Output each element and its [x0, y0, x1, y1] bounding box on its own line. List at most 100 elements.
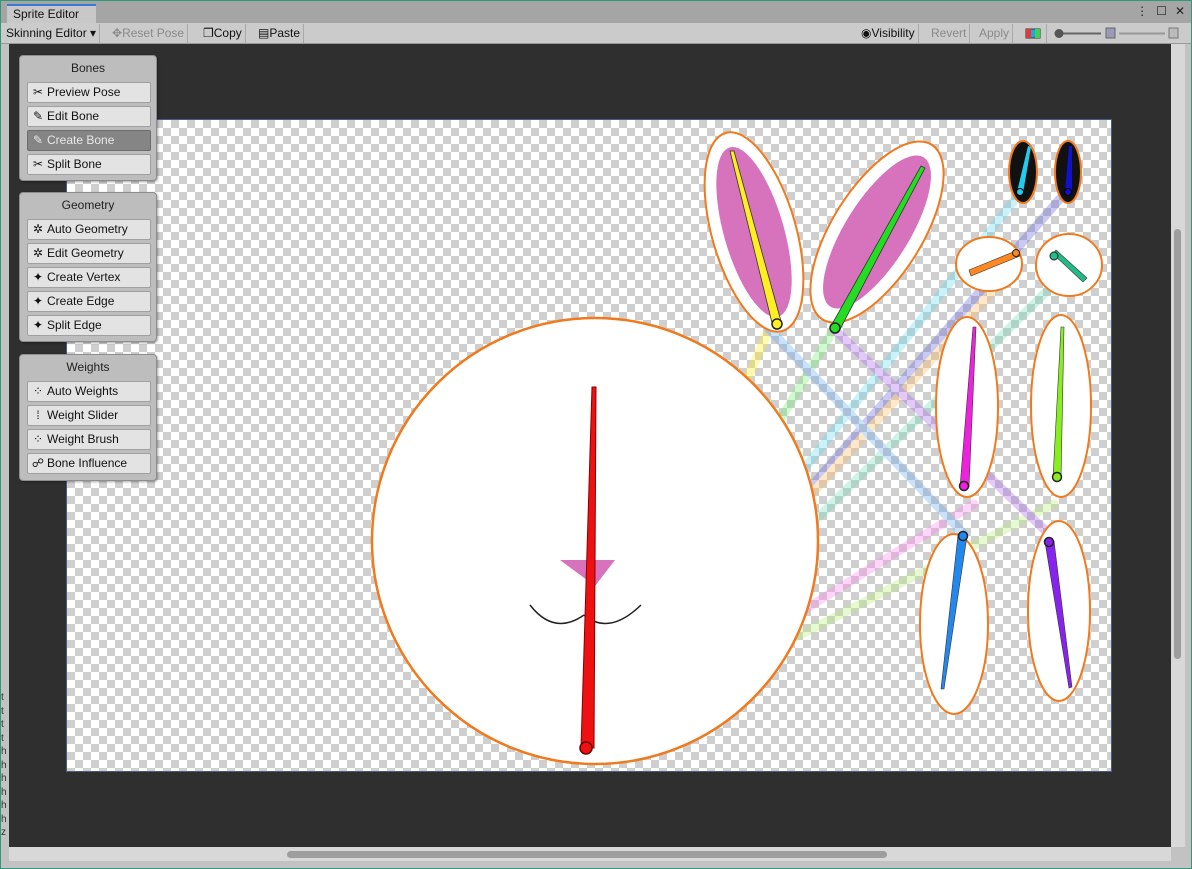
visibility-button[interactable]: ◉Visibility [858, 24, 919, 43]
arm-left-joint [958, 480, 970, 492]
copy-label: Copy [213, 26, 242, 40]
weight-brush-label: Weight Brush [47, 432, 119, 446]
create-vertex-button[interactable]: ✦ Create Vertex [27, 267, 151, 288]
toolbar: Skinning Editor ▾ ✥Reset Pose ❐Copy ▤Pas… [1, 23, 1191, 44]
bones-panel: Bones ✂ Preview Pose ✎ Edit Bone ✎ Create B… [19, 55, 157, 181]
eye-right-joint [1064, 188, 1072, 196]
eye-right-part[interactable] [1054, 140, 1082, 204]
left-strip-line: h [1, 773, 7, 784]
create-bone-icon: ✎ [32, 133, 44, 147]
cheek-left-part[interactable] [955, 236, 1023, 292]
reset-pose-label: Reset Pose [122, 26, 185, 40]
edit-geometry-label: Edit Geometry [47, 246, 124, 260]
opacity-slider[interactable] [1049, 24, 1189, 43]
close-icon[interactable]: ✕ [1175, 4, 1185, 18]
paste-icon: ▤ [258, 26, 270, 40]
create-edge-icon: ✦ [32, 294, 44, 308]
create-vertex-label: Create Vertex [47, 270, 121, 284]
auto-weights-label: Auto Weights [47, 384, 119, 398]
revert-button[interactable]: Revert [928, 24, 971, 43]
edit-bone-label: Edit Bone [47, 109, 100, 123]
weight-brush-icon: ⁘ [32, 432, 44, 446]
weight-brush-button[interactable]: ⁘ Weight Brush [27, 429, 151, 450]
left-strip-line: z [1, 827, 6, 838]
arm-left-part[interactable] [935, 316, 999, 498]
sprite-editor-window: Sprite Editor ⋮ ☐ ✕ Skinning Editor ▾ ✥R… [0, 0, 1192, 869]
ear-right-part[interactable] [784, 121, 969, 343]
edit-geometry-icon: ✲ [32, 246, 44, 260]
create-edge-button[interactable]: ✦ Create Edge [27, 291, 151, 312]
left-strip-line: h [1, 786, 7, 798]
left-strip-line: t [1, 732, 4, 744]
geometry-panel: Geometry ✲ Auto Geometry ✲ Edit Geometry ✦… [19, 192, 157, 342]
bones-panel-title: Bones [70, 61, 106, 75]
paste-label: Paste [269, 26, 301, 40]
checker-icon [1105, 27, 1116, 39]
left-strip-line: h [1, 800, 7, 811]
eye-left-joint [1016, 188, 1024, 196]
eye-left-part[interactable] [1008, 140, 1038, 204]
preview-pose-label: Preview Pose [47, 85, 121, 99]
create-edge-label: Create Edge [47, 294, 115, 308]
create-bone-button[interactable]: ✎ Create Bone [27, 130, 151, 151]
cheek-right-part[interactable] [1035, 233, 1103, 297]
auto-weights-button[interactable]: ⁘ Auto Weights [27, 381, 151, 402]
auto-geometry-label: Auto Geometry [47, 222, 128, 236]
skinning-editor-dropdown[interactable]: Skinning Editor ▾ [3, 24, 101, 43]
eye-icon: ◉ [861, 26, 872, 40]
left-strip-line: t [1, 705, 4, 717]
leg-left-joint [957, 530, 969, 542]
vertical-scrollbar-thumb[interactable] [1174, 229, 1181, 659]
ear-right-joint [829, 322, 841, 334]
visibility-label: Visibility [871, 26, 915, 40]
apply-button[interactable]: Apply [976, 24, 1014, 43]
weight-slider-label: Weight Slider [47, 408, 119, 422]
auto-geometry-button[interactable]: ✲ Auto Geometry [27, 219, 151, 240]
arm-right-joint [1051, 471, 1063, 483]
weight-slider-icon: ⁞ [36, 408, 40, 422]
preview-pose-button[interactable]: ✂ Preview Pose [27, 82, 151, 103]
arm-right-part[interactable] [1030, 314, 1092, 498]
cheek-right-joint [1049, 251, 1059, 261]
split-edge-icon: ✦ [32, 318, 44, 332]
split-bone-button[interactable]: ✂ Split Bone [27, 154, 151, 175]
head-part[interactable] [370, 316, 820, 766]
more-options-icon[interactable]: ⋮ [1136, 4, 1148, 18]
auto-weights-icon: ⁘ [32, 384, 44, 398]
tab-sprite-editor[interactable]: Sprite Editor [7, 4, 96, 24]
split-bone-label: Split Bone [47, 157, 102, 171]
bone-influence-label: Bone Influence [47, 456, 128, 470]
auto-geometry-icon: ✲ [32, 222, 44, 236]
vertical-scrollbar[interactable] [1171, 44, 1185, 847]
left-strip-line: h [1, 746, 7, 757]
copy-button[interactable]: ❐Copy [200, 24, 246, 43]
weight-slider-button[interactable]: ⁞ Weight Slider [27, 405, 151, 426]
bone-influence-icon: ☍ [31, 456, 45, 470]
left-strip-text: tttthhhhhhz [1, 691, 9, 861]
split-edge-button[interactable]: ✦ Split Edge [27, 315, 151, 336]
ear-left-joint [771, 318, 783, 330]
left-strip-line: h [1, 813, 7, 825]
create-vertex-icon: ✦ [32, 270, 44, 284]
weights-panel-title: Weights [66, 360, 110, 374]
edit-geometry-button[interactable]: ✲ Edit Geometry [27, 243, 151, 264]
create-bone-label: Create Bone [47, 133, 115, 147]
geometry-panel-title: Geometry [61, 198, 115, 212]
horizontal-scrollbar-thumb[interactable] [287, 851, 887, 858]
reset-pose-button[interactable]: ✥Reset Pose [109, 24, 189, 43]
ear-left-part[interactable] [685, 121, 823, 342]
sprite-viewport[interactable]: Bones ✂ Preview Pose ✎ Edit Bone ✎ Create B… [9, 44, 1171, 847]
horizontal-scrollbar[interactable] [9, 847, 1171, 861]
paste-button[interactable]: ▤Paste [255, 24, 305, 43]
left-strip-line: h [1, 759, 7, 771]
maximize-icon[interactable]: ☐ [1156, 4, 1167, 18]
leg-right-joint [1043, 536, 1055, 548]
bone-influence-button[interactable]: ☍ Bone Influence [27, 453, 151, 474]
leg-right-part[interactable] [1027, 520, 1091, 702]
weights-panel: Weights ⁘ Auto Weights ⁞ Weight Slider ⁘ We… [19, 354, 157, 481]
leg-left-part[interactable] [919, 530, 989, 715]
edit-bone-button[interactable]: ✎ Edit Bone [27, 106, 151, 127]
color-toggle-button[interactable] [1019, 24, 1047, 43]
color-swatch-icon [1025, 28, 1041, 39]
left-strip-line: t [1, 692, 4, 703]
